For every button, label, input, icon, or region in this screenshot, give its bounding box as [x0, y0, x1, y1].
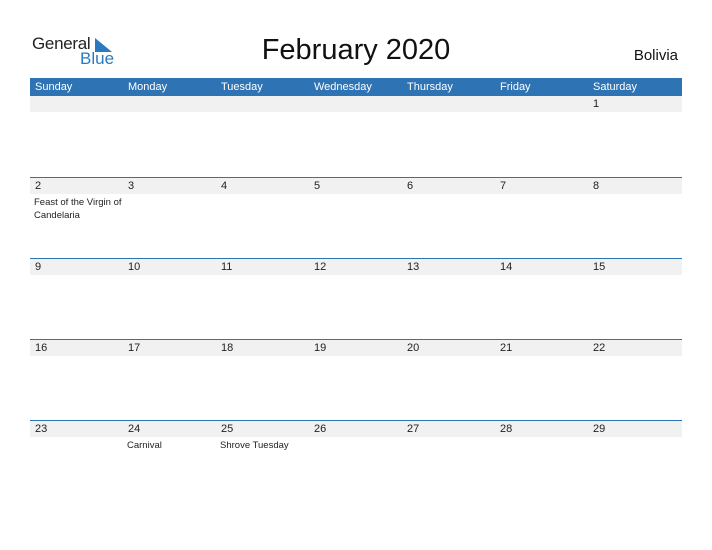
day-cell: 11 [216, 259, 309, 339]
calendar-title: February 2020 [261, 34, 451, 66]
day-cell: 8 [588, 178, 681, 258]
day-cell: 24 Carnival [123, 421, 216, 501]
weekday-saturday: Saturday [593, 81, 638, 93]
week-row: 9 10 11 12 13 14 15 [30, 258, 682, 339]
day-cell: 12 [309, 259, 402, 339]
weekday-wednesday: Wednesday [314, 81, 372, 93]
day-cell: 19 [309, 340, 402, 420]
week-row: 2 Feast of the Virgin of Candelaria 3 4 5 6 7 8 [30, 177, 682, 258]
day-cell: 13 [402, 259, 495, 339]
holiday-label: Carnival [127, 440, 162, 451]
day-number: 3 [128, 180, 135, 192]
day-number: 14 [500, 261, 513, 273]
day-number: 1 [593, 98, 600, 110]
day-cell: 6 [402, 178, 495, 258]
day-number: 6 [407, 180, 414, 192]
day-number: 20 [407, 342, 420, 354]
day-cell [495, 96, 588, 176]
day-number: 22 [593, 342, 606, 354]
day-cell: 17 [123, 340, 216, 420]
day-cell: 22 [588, 340, 681, 420]
day-cell: 16 [30, 340, 123, 420]
day-number: 21 [500, 342, 513, 354]
day-number: 8 [593, 180, 600, 192]
day-number: 19 [314, 342, 327, 354]
weekday-tuesday: Tuesday [221, 81, 263, 93]
day-cell: 20 [402, 340, 495, 420]
weekday-monday: Monday [128, 81, 168, 93]
day-cell [402, 96, 495, 176]
day-cell: 18 [216, 340, 309, 420]
day-cell: 27 [402, 421, 495, 501]
weekday-sunday: Sunday [35, 81, 73, 93]
day-cell: 23 [30, 421, 123, 501]
week-row: 16 17 18 19 20 21 22 [30, 339, 682, 420]
day-number: 5 [314, 180, 321, 192]
day-number: 28 [500, 423, 513, 435]
day-cell [309, 96, 402, 176]
day-number: 27 [407, 423, 420, 435]
day-cell: 15 [588, 259, 681, 339]
day-number: 29 [593, 423, 606, 435]
day-cell: 9 [30, 259, 123, 339]
weekday-friday: Friday [500, 81, 531, 93]
day-cell: 14 [495, 259, 588, 339]
day-number: 16 [35, 342, 48, 354]
day-number: 4 [221, 180, 228, 192]
day-cell: 2 Feast of the Virgin of Candelaria [30, 178, 123, 258]
day-number: 11 [221, 261, 233, 273]
day-number: 15 [593, 261, 606, 273]
holiday-label: Feast of the Virgin of Candelaria [34, 197, 122, 221]
day-number: 10 [128, 261, 141, 273]
week-row: 23 24 Carnival 25 Shrove Tuesday 26 27 28 29 [30, 420, 682, 501]
day-cell: 7 [495, 178, 588, 258]
day-number: 17 [128, 342, 141, 354]
day-cell: 1 [588, 96, 681, 176]
day-number: 13 [407, 261, 420, 273]
day-cell [123, 96, 216, 176]
day-number: 25 [221, 423, 234, 435]
day-number: 18 [221, 342, 234, 354]
day-cell: 4 [216, 178, 309, 258]
weekday-thursday: Thursday [407, 81, 453, 93]
holiday-label: Shrove Tuesday [220, 440, 289, 451]
weekday-header: Sunday Monday Tuesday Wednesday Thursday… [30, 78, 682, 96]
day-number: 23 [35, 423, 48, 435]
day-number: 7 [500, 180, 507, 192]
day-cell: 29 [588, 421, 681, 501]
week-row: 1 [30, 96, 682, 176]
day-number: 9 [35, 261, 42, 273]
day-cell: 5 [309, 178, 402, 258]
day-number: 24 [128, 423, 141, 435]
day-cell: 25 Shrove Tuesday [216, 421, 309, 501]
day-cell: 26 [309, 421, 402, 501]
country-label: Bolivia [633, 47, 678, 64]
day-cell: 21 [495, 340, 588, 420]
day-number: 2 [35, 180, 42, 192]
day-cell: 10 [123, 259, 216, 339]
day-number: 12 [314, 261, 327, 273]
day-cell: 28 [495, 421, 588, 501]
day-number: 26 [314, 423, 327, 435]
day-cell [30, 96, 123, 176]
day-cell: 3 [123, 178, 216, 258]
day-cell [216, 96, 309, 176]
